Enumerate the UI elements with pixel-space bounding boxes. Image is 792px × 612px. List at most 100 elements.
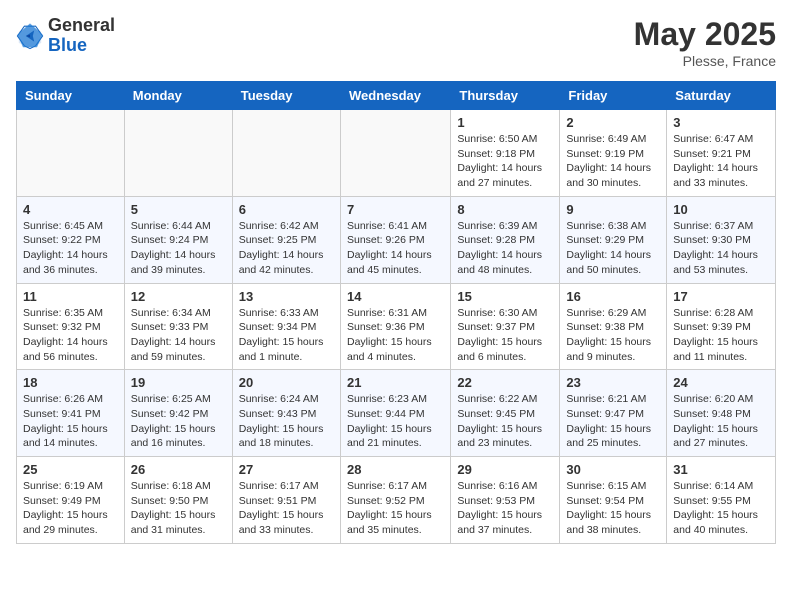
calendar-day-cell: 20Sunrise: 6:24 AM Sunset: 9:43 PM Dayli… [232, 370, 340, 457]
calendar-day-cell: 8 Sunrise: 6:39 AM Sunset: 9:28 PM Daylig… [451, 196, 560, 283]
day-number: 24 [673, 375, 769, 390]
page-header: General Blue May 2025 Plesse, France [16, 16, 776, 69]
day-number: 25 [23, 462, 118, 477]
day-of-week-header: Tuesday [232, 82, 340, 110]
day-number: 31 [673, 462, 769, 477]
day-number: 15 [457, 289, 553, 304]
day-of-week-header: Wednesday [340, 82, 450, 110]
calendar-week-row: 1 Sunrise: 6:50 AM Sunset: 9:18 PM Daylig… [17, 110, 776, 197]
day-number: 11 [23, 289, 118, 304]
day-number: 26 [131, 462, 226, 477]
day-of-week-header: Sunday [17, 82, 125, 110]
day-info: Sunrise: 6:21 AM Sunset: 9:47 PM Dayligh… [566, 392, 660, 451]
day-of-week-header: Friday [560, 82, 667, 110]
day-number: 9 [566, 202, 660, 217]
day-info: Sunrise: 6:44 AM Sunset: 9:24 PM Dayligh… [131, 219, 226, 278]
day-info: Sunrise: 6:23 AM Sunset: 9:44 PM Dayligh… [347, 392, 444, 451]
day-number: 28 [347, 462, 444, 477]
day-info: Sunrise: 6:31 AM Sunset: 9:36 PM Dayligh… [347, 306, 444, 365]
day-info: Sunrise: 6:14 AM Sunset: 9:55 PM Dayligh… [673, 479, 769, 538]
day-number: 30 [566, 462, 660, 477]
day-info: Sunrise: 6:18 AM Sunset: 9:50 PM Dayligh… [131, 479, 226, 538]
day-number: 22 [457, 375, 553, 390]
day-info: Sunrise: 6:39 AM Sunset: 9:28 PM Dayligh… [457, 219, 553, 278]
calendar-day-cell: 3Sunrise: 6:47 AM Sunset: 9:21 PM Daylig… [667, 110, 776, 197]
calendar-day-cell: 29 Sunrise: 6:16 AM Sunset: 9:53 PM Dayli… [451, 457, 560, 544]
day-info: Sunrise: 6:42 AM Sunset: 9:25 PM Dayligh… [239, 219, 334, 278]
day-info: Sunrise: 6:17 AM Sunset: 9:52 PM Dayligh… [347, 479, 444, 538]
day-info: Sunrise: 6:24 AM Sunset: 9:43 PM Dayligh… [239, 392, 334, 451]
calendar-day-cell: 13Sunrise: 6:33 AM Sunset: 9:34 PM Dayli… [232, 283, 340, 370]
calendar-day-cell: 11 Sunrise: 6:35 AM Sunset: 9:32 PM Dayli… [17, 283, 125, 370]
day-of-week-header: Saturday [667, 82, 776, 110]
day-number: 6 [239, 202, 334, 217]
day-number: 12 [131, 289, 226, 304]
day-number: 13 [239, 289, 334, 304]
day-number: 10 [673, 202, 769, 217]
day-info: Sunrise: 6:34 AM Sunset: 9:33 PM Dayligh… [131, 306, 226, 365]
logo-text: General Blue [48, 16, 115, 56]
day-number: 21 [347, 375, 444, 390]
calendar-day-cell: 14Sunrise: 6:31 AM Sunset: 9:36 PM Dayli… [340, 283, 450, 370]
calendar-day-cell: 21 Sunrise: 6:23 AM Sunset: 9:44 PM Dayli… [340, 370, 450, 457]
day-info: Sunrise: 6:45 AM Sunset: 9:22 PM Dayligh… [23, 219, 118, 278]
calendar-day-cell: 23 Sunrise: 6:21 AM Sunset: 9:47 PM Dayli… [560, 370, 667, 457]
calendar-day-cell [124, 110, 232, 197]
calendar-day-cell: 12 Sunrise: 6:34 AM Sunset: 9:33 PM Dayli… [124, 283, 232, 370]
calendar-day-cell: 28 Sunrise: 6:17 AM Sunset: 9:52 PM Dayli… [340, 457, 450, 544]
day-number: 17 [673, 289, 769, 304]
day-number: 27 [239, 462, 334, 477]
calendar-day-cell [17, 110, 125, 197]
day-info: Sunrise: 6:50 AM Sunset: 9:18 PM Dayligh… [457, 132, 553, 191]
day-info: Sunrise: 6:15 AM Sunset: 9:54 PM Dayligh… [566, 479, 660, 538]
day-number: 2 [566, 115, 660, 130]
day-info: Sunrise: 6:35 AM Sunset: 9:32 PM Dayligh… [23, 306, 118, 365]
calendar-day-cell: 1 Sunrise: 6:50 AM Sunset: 9:18 PM Daylig… [451, 110, 560, 197]
calendar-day-cell: 18 Sunrise: 6:26 AM Sunset: 9:41 PM Dayli… [17, 370, 125, 457]
day-number: 3 [673, 115, 769, 130]
day-info: Sunrise: 6:49 AM Sunset: 9:19 PM Dayligh… [566, 132, 660, 191]
day-number: 5 [131, 202, 226, 217]
location-subtitle: Plesse, France [634, 53, 776, 69]
day-info: Sunrise: 6:29 AM Sunset: 9:38 PM Dayligh… [566, 306, 660, 365]
day-number: 8 [457, 202, 553, 217]
calendar-day-cell: 17 Sunrise: 6:28 AM Sunset: 9:39 PM Dayli… [667, 283, 776, 370]
calendar-day-cell: 6 Sunrise: 6:42 AM Sunset: 9:25 PM Daylig… [232, 196, 340, 283]
calendar-day-cell: 27Sunrise: 6:17 AM Sunset: 9:51 PM Dayli… [232, 457, 340, 544]
calendar-day-cell: 4 Sunrise: 6:45 AM Sunset: 9:22 PM Daylig… [17, 196, 125, 283]
day-number: 16 [566, 289, 660, 304]
calendar-day-cell: 30 Sunrise: 6:15 AM Sunset: 9:54 PM Dayli… [560, 457, 667, 544]
calendar-day-cell [340, 110, 450, 197]
calendar-week-row: 18 Sunrise: 6:26 AM Sunset: 9:41 PM Dayli… [17, 370, 776, 457]
calendar-day-cell: 24 Sunrise: 6:20 AM Sunset: 9:48 PM Dayli… [667, 370, 776, 457]
day-number: 18 [23, 375, 118, 390]
day-number: 29 [457, 462, 553, 477]
month-year-title: May 2025 [634, 16, 776, 53]
day-info: Sunrise: 6:22 AM Sunset: 9:45 PM Dayligh… [457, 392, 553, 451]
day-number: 4 [23, 202, 118, 217]
day-info: Sunrise: 6:28 AM Sunset: 9:39 PM Dayligh… [673, 306, 769, 365]
calendar-day-cell: 25 Sunrise: 6:19 AM Sunset: 9:49 PM Dayli… [17, 457, 125, 544]
calendar-day-cell: 7Sunrise: 6:41 AM Sunset: 9:26 PM Daylig… [340, 196, 450, 283]
calendar-day-cell: 5 Sunrise: 6:44 AM Sunset: 9:24 PM Daylig… [124, 196, 232, 283]
day-number: 1 [457, 115, 553, 130]
day-number: 7 [347, 202, 444, 217]
calendar-week-row: 4 Sunrise: 6:45 AM Sunset: 9:22 PM Daylig… [17, 196, 776, 283]
calendar-day-cell: 15Sunrise: 6:30 AM Sunset: 9:37 PM Dayli… [451, 283, 560, 370]
day-info: Sunrise: 6:26 AM Sunset: 9:41 PM Dayligh… [23, 392, 118, 451]
calendar-week-row: 11 Sunrise: 6:35 AM Sunset: 9:32 PM Dayli… [17, 283, 776, 370]
calendar-day-cell: 19Sunrise: 6:25 AM Sunset: 9:42 PM Dayli… [124, 370, 232, 457]
day-info: Sunrise: 6:37 AM Sunset: 9:30 PM Dayligh… [673, 219, 769, 278]
calendar-day-cell: 16 Sunrise: 6:29 AM Sunset: 9:38 PM Dayli… [560, 283, 667, 370]
day-info: Sunrise: 6:20 AM Sunset: 9:48 PM Dayligh… [673, 392, 769, 451]
calendar-day-cell [232, 110, 340, 197]
logo-general-text: General [48, 16, 115, 36]
day-number: 23 [566, 375, 660, 390]
calendar-day-cell: 10 Sunrise: 6:37 AM Sunset: 9:30 PM Dayli… [667, 196, 776, 283]
logo-icon [16, 22, 44, 50]
day-of-week-header: Monday [124, 82, 232, 110]
day-info: Sunrise: 6:16 AM Sunset: 9:53 PM Dayligh… [457, 479, 553, 538]
day-info: Sunrise: 6:19 AM Sunset: 9:49 PM Dayligh… [23, 479, 118, 538]
calendar-day-cell: 26 Sunrise: 6:18 AM Sunset: 9:50 PM Dayli… [124, 457, 232, 544]
calendar-header-row: SundayMondayTuesdayWednesdayThursdayFrid… [17, 82, 776, 110]
